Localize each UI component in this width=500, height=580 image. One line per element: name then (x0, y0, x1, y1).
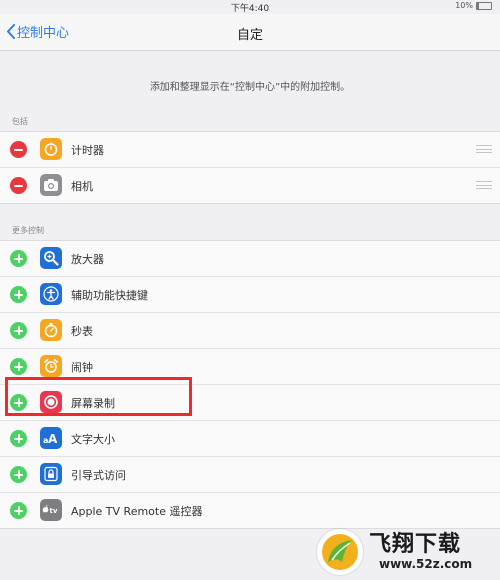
list-item-stopwatch[interactable]: 秒表 (0, 313, 500, 349)
remove-button[interactable] (10, 177, 27, 194)
watermark: 飞翔下载 www.52z.com (317, 528, 492, 576)
status-bar: 下午4:40 10% (0, 0, 500, 14)
list-item-label: 放大器 (71, 253, 104, 266)
battery-percent: 10% (455, 1, 473, 10)
camera-icon (40, 174, 62, 196)
list-item-timer[interactable]: 计时器 (0, 132, 500, 168)
watermark-brand: 飞翔下载 (369, 532, 462, 557)
timer-icon (40, 138, 62, 160)
list-item-label: 引导式访问 (71, 469, 126, 482)
add-button[interactable] (10, 358, 27, 375)
add-button[interactable] (10, 322, 27, 339)
accessibility-icon (40, 283, 62, 305)
magnifier-icon (40, 247, 62, 269)
text-size-icon: aA (40, 427, 62, 449)
watermark-logo-icon (317, 529, 363, 575)
list-item-label: Apple TV Remote 遥控器 (71, 505, 203, 518)
svg-text:A: A (48, 432, 58, 445)
reorder-handle-icon[interactable] (476, 145, 492, 153)
list-item-label: 秒表 (71, 325, 93, 338)
add-button[interactable] (10, 430, 27, 447)
list-item-magnifier[interactable]: 放大器 (0, 241, 500, 277)
watermark-url: www.52z.com (379, 557, 473, 571)
stopwatch-icon (40, 319, 62, 341)
list-item-label: 闹钟 (71, 361, 93, 374)
list-item-label: 相机 (71, 180, 93, 193)
add-button[interactable] (10, 286, 27, 303)
svg-text:tv: tv (50, 507, 58, 515)
list-item-label: 文字大小 (71, 433, 115, 446)
battery-icon (476, 1, 492, 10)
list-item-text-size[interactable]: aA 文字大小 (0, 421, 500, 457)
section-header-include: 包括 (12, 117, 28, 126)
battery-indicator: 10% (455, 1, 492, 10)
page-title: 自定 (236, 28, 263, 43)
list-item-label: 计时器 (71, 144, 104, 157)
list-item-guided-access[interactable]: 引导式访问 (0, 457, 500, 493)
list-item-accessibility[interactable]: 辅助功能快捷键 (0, 277, 500, 313)
highlight-annotation-box (5, 377, 192, 416)
section-header-more: 更多控制 (12, 226, 44, 235)
apple-tv-icon: tv (40, 499, 62, 521)
add-button[interactable] (10, 250, 27, 267)
reorder-handle-icon[interactable] (476, 181, 492, 189)
lock-icon (40, 463, 62, 485)
page-description: 添加和整理显示在“控制中心”中的附加控制。 (149, 82, 351, 93)
add-button[interactable] (10, 466, 27, 483)
status-time: 下午4:40 (230, 4, 270, 14)
list-item-camera[interactable]: 相机 (0, 168, 500, 203)
list-item-apple-tv-remote[interactable]: tv Apple TV Remote 遥控器 (0, 493, 500, 528)
list-item-label: 辅助功能快捷键 (71, 289, 148, 302)
include-list: 计时器 相机 (0, 131, 500, 204)
alarm-icon (40, 355, 62, 377)
remove-button[interactable] (10, 141, 27, 158)
navigation-bar: 控制中心 自定 (0, 14, 500, 51)
add-button[interactable] (10, 502, 27, 519)
